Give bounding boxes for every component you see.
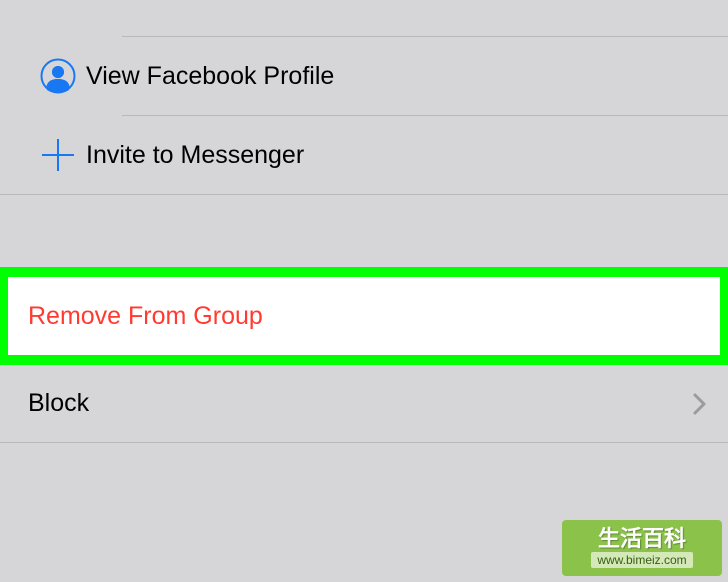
remove-label: Remove From Group	[28, 302, 263, 331]
section-gap	[0, 195, 728, 267]
watermark-url: www.bimeiz.com	[591, 552, 692, 568]
invite-label: Invite to Messenger	[86, 141, 728, 170]
plus-icon	[0, 137, 86, 173]
view-profile-row[interactable]: View Facebook Profile	[0, 37, 728, 115]
view-profile-label: View Facebook Profile	[86, 62, 728, 91]
options-section-top: View Facebook Profile Invite to Messenge…	[0, 36, 728, 195]
profile-icon	[0, 58, 86, 94]
invite-row[interactable]: Invite to Messenger	[0, 116, 728, 194]
block-label: Block	[28, 389, 692, 418]
watermark-badge: 生活百科 www.bimeiz.com	[562, 520, 722, 576]
chevron-right-icon	[692, 392, 708, 416]
highlight-annotation: Remove From Group	[0, 267, 728, 365]
remove-from-group-row[interactable]: Remove From Group	[8, 277, 720, 355]
watermark-title: 生活百科	[598, 528, 686, 550]
block-row[interactable]: Block	[0, 365, 728, 443]
